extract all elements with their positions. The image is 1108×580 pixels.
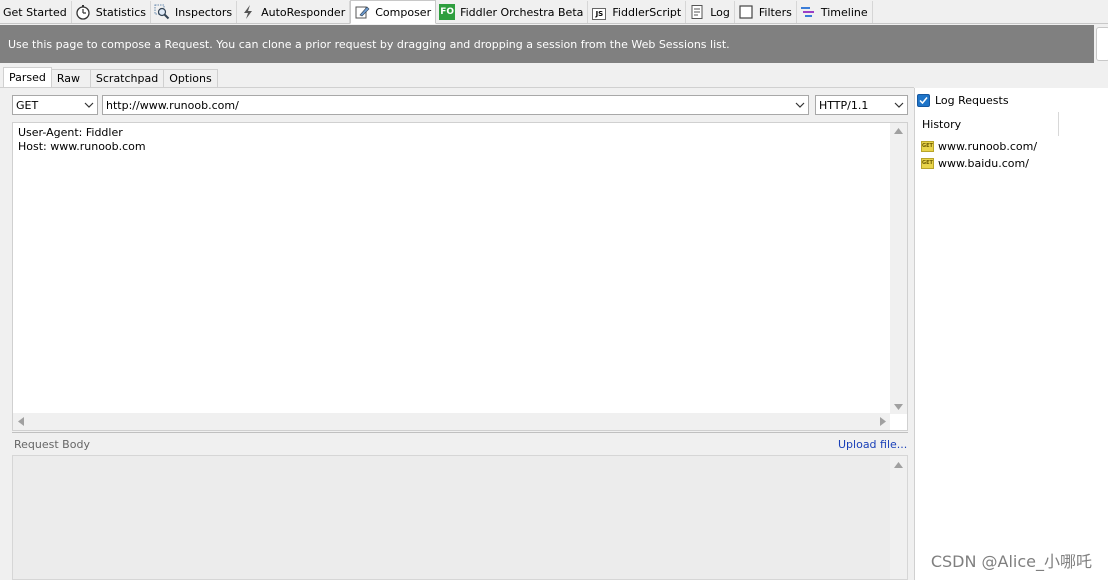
subtab-scratchpad[interactable]: Scratchpad bbox=[89, 69, 165, 87]
tab-label: Statistics bbox=[95, 5, 147, 19]
subtab-options[interactable]: Options bbox=[163, 69, 218, 87]
get-request-icon: GET bbox=[921, 140, 934, 152]
subtab-raw[interactable]: Raw bbox=[50, 69, 91, 87]
log-requests-label: Log Requests bbox=[935, 94, 1009, 107]
tab-label: Get Started bbox=[3, 5, 67, 19]
history-item-label: www.baidu.com/ bbox=[938, 156, 1029, 170]
lightning-icon bbox=[240, 4, 256, 20]
body-vertical-scrollbar[interactable] bbox=[890, 456, 907, 579]
splitter[interactable] bbox=[12, 432, 908, 433]
chevron-down-icon bbox=[795, 102, 805, 108]
tab-timeline[interactable]: Timeline bbox=[797, 1, 873, 23]
tab-composer[interactable]: Composer bbox=[350, 0, 437, 24]
scroll-down-arrow-icon[interactable] bbox=[894, 404, 903, 410]
tab-label: Timeline bbox=[820, 5, 868, 19]
subtab-label: Options bbox=[169, 72, 212, 85]
tab-log[interactable]: Log bbox=[686, 1, 735, 23]
request-body-editor[interactable] bbox=[12, 455, 908, 580]
tab-fiddler-orchestra[interactable]: FO Fiddler Orchestra Beta bbox=[436, 1, 589, 23]
tab-label: Fiddler Orchestra Beta bbox=[460, 5, 584, 19]
info-text: Use this page to compose a Request. You … bbox=[8, 37, 730, 51]
timeline-icon bbox=[800, 4, 816, 20]
tab-get-started[interactable]: Get Started bbox=[0, 1, 72, 23]
url-input[interactable]: http://www.runoob.com/ bbox=[102, 95, 809, 115]
get-request-icon: GET bbox=[921, 157, 934, 169]
history-item[interactable]: GET www.runoob.com/ bbox=[921, 138, 1037, 154]
tab-filters[interactable]: Filters bbox=[735, 1, 797, 23]
checkbox-icon bbox=[738, 4, 754, 20]
fo-badge-icon: FO bbox=[439, 4, 456, 20]
history-header-label: History bbox=[922, 117, 962, 131]
subtab-parsed[interactable]: Parsed bbox=[3, 67, 52, 87]
magnifier-icon bbox=[154, 4, 170, 20]
headers-text[interactable]: User-Agent: Fiddler Host: www.runoob.com bbox=[18, 126, 146, 153]
chevron-down-icon bbox=[84, 102, 94, 108]
request-body-label: Request Body bbox=[14, 438, 90, 451]
tab-label: AutoResponder bbox=[261, 5, 346, 19]
subtab-label: Parsed bbox=[9, 71, 46, 84]
scroll-left-arrow-icon[interactable] bbox=[18, 417, 24, 426]
tab-statistics[interactable]: Statistics bbox=[72, 1, 152, 23]
subtab-label: Scratchpad bbox=[95, 72, 159, 85]
fo-badge-text: FO bbox=[439, 4, 456, 20]
pencil-icon bbox=[354, 4, 370, 20]
tab-label: Filters bbox=[758, 5, 792, 19]
tab-inspectors[interactable]: Inspectors bbox=[151, 1, 238, 23]
composer-info-bar: Use this page to compose a Request. You … bbox=[0, 25, 1094, 63]
history-item[interactable]: GET www.baidu.com/ bbox=[921, 155, 1029, 171]
scroll-right-arrow-icon[interactable] bbox=[880, 417, 886, 426]
history-item-label: www.runoob.com/ bbox=[938, 139, 1038, 153]
checkbox-checked-icon[interactable] bbox=[917, 94, 930, 107]
tab-autoresponder[interactable]: AutoResponder bbox=[237, 1, 351, 23]
watermark: CSDN @Alice_小哪吒 bbox=[930, 552, 1092, 571]
tab-fiddlerscript[interactable]: JS FiddlerScript bbox=[588, 1, 687, 23]
method-value: GET bbox=[16, 98, 39, 112]
history-pane: Log Requests History GET www.runoob.com/… bbox=[914, 88, 1108, 580]
chevron-down-icon bbox=[894, 102, 904, 108]
headers-vertical-scrollbar[interactable] bbox=[890, 123, 907, 414]
headers-horizontal-scrollbar[interactable] bbox=[13, 413, 890, 430]
version-value: HTTP/1.1 bbox=[819, 98, 869, 112]
tab-label: Inspectors bbox=[175, 5, 233, 19]
side-panel-edge bbox=[1096, 27, 1108, 61]
tab-label: FiddlerScript bbox=[612, 5, 682, 19]
http-version-select[interactable]: HTTP/1.1 bbox=[815, 95, 908, 115]
js-badge-text: JS bbox=[592, 7, 607, 20]
stopwatch-icon bbox=[75, 4, 91, 20]
main-tab-strip: Get Started Statistics Inspectors AutoRe… bbox=[0, 0, 1108, 24]
history-column-header[interactable]: History bbox=[917, 112, 1059, 136]
subtab-label: Raw bbox=[56, 72, 81, 85]
js-file-icon: JS bbox=[591, 4, 607, 20]
tab-label: Log bbox=[710, 5, 730, 19]
log-requests-checkbox[interactable]: Log Requests bbox=[917, 94, 1009, 107]
request-headers-editor[interactable]: User-Agent: Fiddler Host: www.runoob.com bbox=[12, 122, 908, 431]
tab-label: Composer bbox=[375, 5, 432, 19]
url-value: http://www.runoob.com/ bbox=[106, 98, 239, 112]
composer-subtabs: Parsed Raw Scratchpad Options bbox=[3, 67, 218, 87]
scroll-up-arrow-icon[interactable] bbox=[894, 462, 903, 468]
scroll-up-arrow-icon[interactable] bbox=[894, 128, 903, 134]
upload-file-link[interactable]: Upload file... bbox=[838, 438, 907, 451]
method-select[interactable]: GET bbox=[12, 95, 98, 115]
document-icon bbox=[689, 4, 705, 20]
subtab-divider bbox=[0, 87, 914, 88]
